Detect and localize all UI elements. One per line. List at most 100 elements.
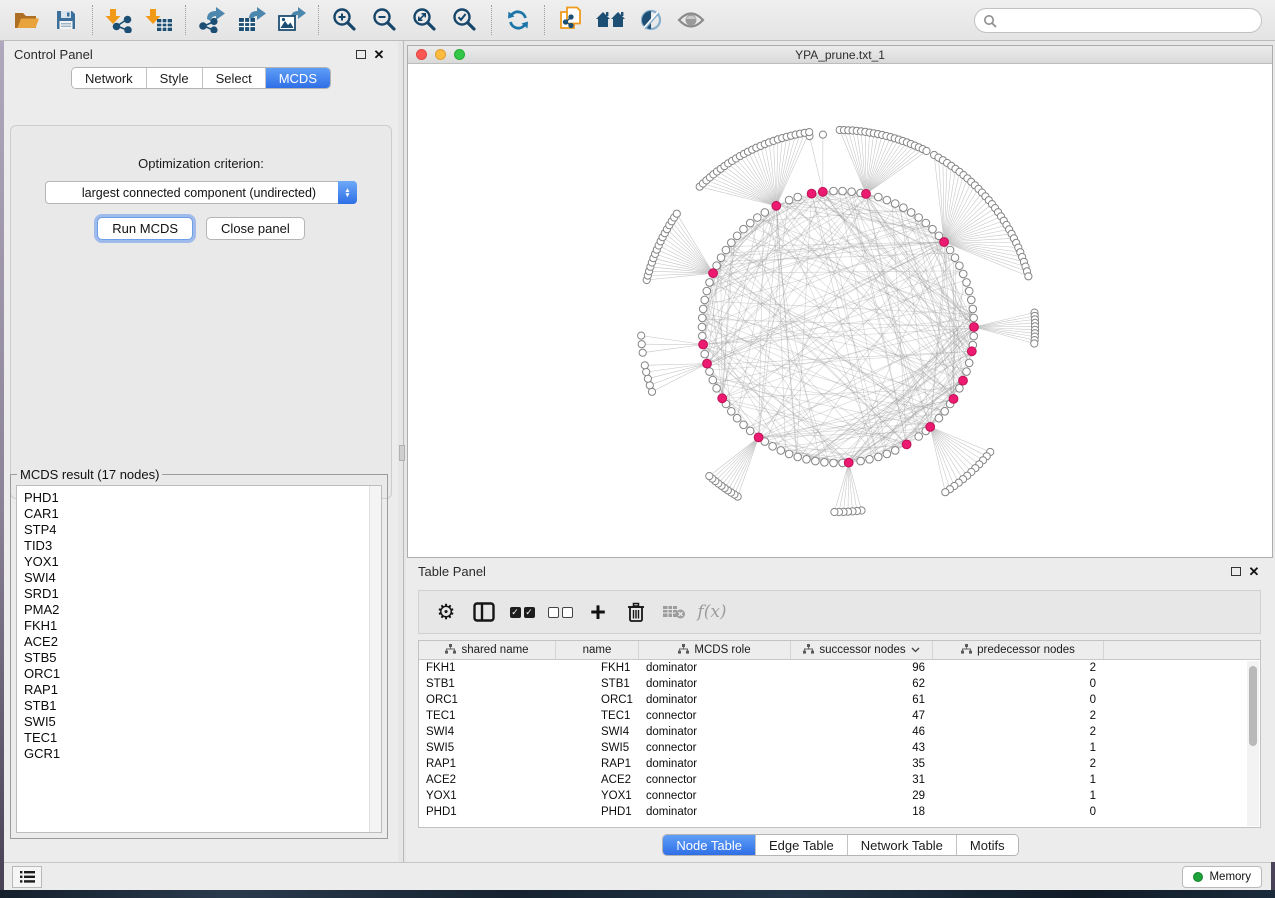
add-row-button[interactable]: +: [579, 594, 617, 630]
mcds-result-item[interactable]: STP4: [24, 522, 381, 538]
select-all-button[interactable]: ✓✓: [503, 594, 541, 630]
run-mcds-button[interactable]: Run MCDS: [97, 217, 193, 240]
table-scrollbar[interactable]: [1247, 661, 1259, 826]
graphics-details-button[interactable]: [631, 3, 671, 37]
table-row[interactable]: PHD1PHD1dominator180: [419, 804, 1260, 820]
import-network-button[interactable]: [99, 3, 139, 37]
import-table-button[interactable]: [139, 3, 179, 37]
zoom-out-button[interactable]: [365, 3, 405, 37]
table-cell: SWI4: [556, 724, 639, 740]
table-cell: 1: [933, 772, 1104, 788]
network-view-window: YPA_prune.txt_1: [407, 45, 1273, 558]
mcds-result-item[interactable]: STB1: [24, 698, 381, 714]
table-cell: ORC1: [556, 692, 639, 708]
zoom-in-button[interactable]: [325, 3, 365, 37]
tab-style[interactable]: Style: [146, 68, 202, 88]
column-header-shared-name[interactable]: shared name: [419, 641, 556, 659]
optimization-select[interactable]: largest connected component (undirected)…: [45, 181, 357, 204]
mcds-result-item[interactable]: FKH1: [24, 618, 381, 634]
mcds-result-item[interactable]: ACE2: [24, 634, 381, 650]
zoom-fit-button[interactable]: [405, 3, 445, 37]
table-cell: 62: [791, 676, 933, 692]
refresh-button[interactable]: [498, 3, 538, 37]
mcds-result-item[interactable]: PHD1: [24, 490, 381, 506]
close-icon: ✕: [374, 48, 385, 61]
mcds-result-item[interactable]: SWI4: [24, 570, 381, 586]
mcds-list-scrollbar[interactable]: [369, 486, 381, 832]
mcds-result-item[interactable]: TID3: [24, 538, 381, 554]
mcds-result-item[interactable]: ORC1: [24, 666, 381, 682]
network-view-titlebar: YPA_prune.txt_1: [408, 46, 1272, 64]
zoom-out-icon: [372, 7, 398, 33]
table-row[interactable]: ACE2ACE2connector311: [419, 772, 1260, 788]
table-scrollbar-thumb[interactable]: [1249, 666, 1257, 746]
table-cell: FKH1: [419, 660, 556, 676]
houses-icon: [595, 8, 627, 32]
clone-network-button[interactable]: [551, 3, 591, 37]
desktop: Control Panel ✕ NetworkStyleSelectMCDS O…: [0, 0, 1275, 898]
table-close-button[interactable]: ✕: [1245, 562, 1263, 580]
close-panel-button[interactable]: ✕: [370, 45, 388, 63]
tab-edge-table[interactable]: Edge Table: [755, 835, 847, 855]
open-file-button[interactable]: [6, 3, 46, 37]
mcds-result-item[interactable]: STB5: [24, 650, 381, 666]
open-folder-icon: [13, 9, 40, 31]
mcds-result-item[interactable]: TEC1: [24, 730, 381, 746]
clone-network-icon: [557, 6, 585, 34]
column-header-predecessor-nodes[interactable]: predecessor nodes: [933, 641, 1104, 659]
task-history-button[interactable]: [12, 866, 42, 888]
table-settings-button[interactable]: ⚙: [427, 594, 465, 630]
table-row[interactable]: STB1STB1dominator620: [419, 676, 1260, 692]
tab-mcds[interactable]: MCDS: [265, 68, 330, 88]
export-image-button[interactable]: [272, 3, 312, 37]
tab-select[interactable]: Select: [202, 68, 265, 88]
mcds-result-item[interactable]: YOX1: [24, 554, 381, 570]
mcds-result-item[interactable]: PMA2: [24, 602, 381, 618]
mcds-result-item[interactable]: RAP1: [24, 682, 381, 698]
table-row[interactable]: TEC1TEC1connector472: [419, 708, 1260, 724]
table-cell: ORC1: [419, 692, 556, 708]
workspace: YPA_prune.txt_1 Table Panel ✕ ⚙: [406, 41, 1275, 862]
tab-node-table[interactable]: Node Table: [663, 835, 755, 855]
network-canvas[interactable]: [408, 64, 1272, 557]
column-header-successor-nodes[interactable]: successor nodes: [791, 641, 933, 659]
column-header-name[interactable]: name: [556, 641, 639, 659]
table-row[interactable]: FKH1FKH1dominator962: [419, 660, 1260, 676]
table-row[interactable]: ORC1ORC1dominator610: [419, 692, 1260, 708]
mcds-result-item[interactable]: SRD1: [24, 586, 381, 602]
mcds-result-item[interactable]: GCR1: [24, 746, 381, 762]
table-cell: RAP1: [419, 756, 556, 772]
mcds-result-item[interactable]: CAR1: [24, 506, 381, 522]
main-toolbar: [0, 0, 1275, 41]
table-row[interactable]: YOX1YOX1connector291: [419, 788, 1260, 804]
tab-network[interactable]: Network: [72, 68, 146, 88]
zoom-selected-button[interactable]: [445, 3, 485, 37]
tab-network-table[interactable]: Network Table: [847, 835, 956, 855]
export-network-button[interactable]: [192, 3, 232, 37]
splitter-grip[interactable]: [399, 445, 405, 461]
search-input[interactable]: [997, 11, 1261, 31]
deselect-all-button[interactable]: [541, 594, 579, 630]
table-cell: connector: [639, 772, 791, 788]
memory-button[interactable]: Memory: [1182, 866, 1262, 888]
export-table-button[interactable]: [232, 3, 272, 37]
export-table-icon: [237, 7, 267, 33]
mcds-result-item[interactable]: SWI5: [24, 714, 381, 730]
column-header-MCDS-role[interactable]: MCDS role: [639, 641, 791, 659]
table-row[interactable]: SWI5SWI5connector431: [419, 740, 1260, 756]
control-panel-titlebar: Control Panel ✕: [4, 41, 398, 67]
show-columns-button[interactable]: [465, 594, 503, 630]
table-row[interactable]: SWI4SWI4dominator462: [419, 724, 1260, 740]
close-mcds-button[interactable]: Close panel: [206, 217, 305, 240]
desktop-wallpaper-strip: [0, 890, 1275, 898]
table-row[interactable]: RAP1RAP1dominator352: [419, 756, 1260, 772]
delete-row-button[interactable]: [617, 594, 655, 630]
zoom-in-icon: [332, 7, 358, 33]
show-hide-button[interactable]: [671, 3, 711, 37]
tab-motifs[interactable]: Motifs: [956, 835, 1018, 855]
save-session-button[interactable]: [46, 3, 86, 37]
float-panel-button[interactable]: [352, 45, 370, 63]
network-overview-button[interactable]: [591, 3, 631, 37]
panel-splitter[interactable]: [398, 41, 406, 862]
table-float-button[interactable]: [1227, 562, 1245, 580]
